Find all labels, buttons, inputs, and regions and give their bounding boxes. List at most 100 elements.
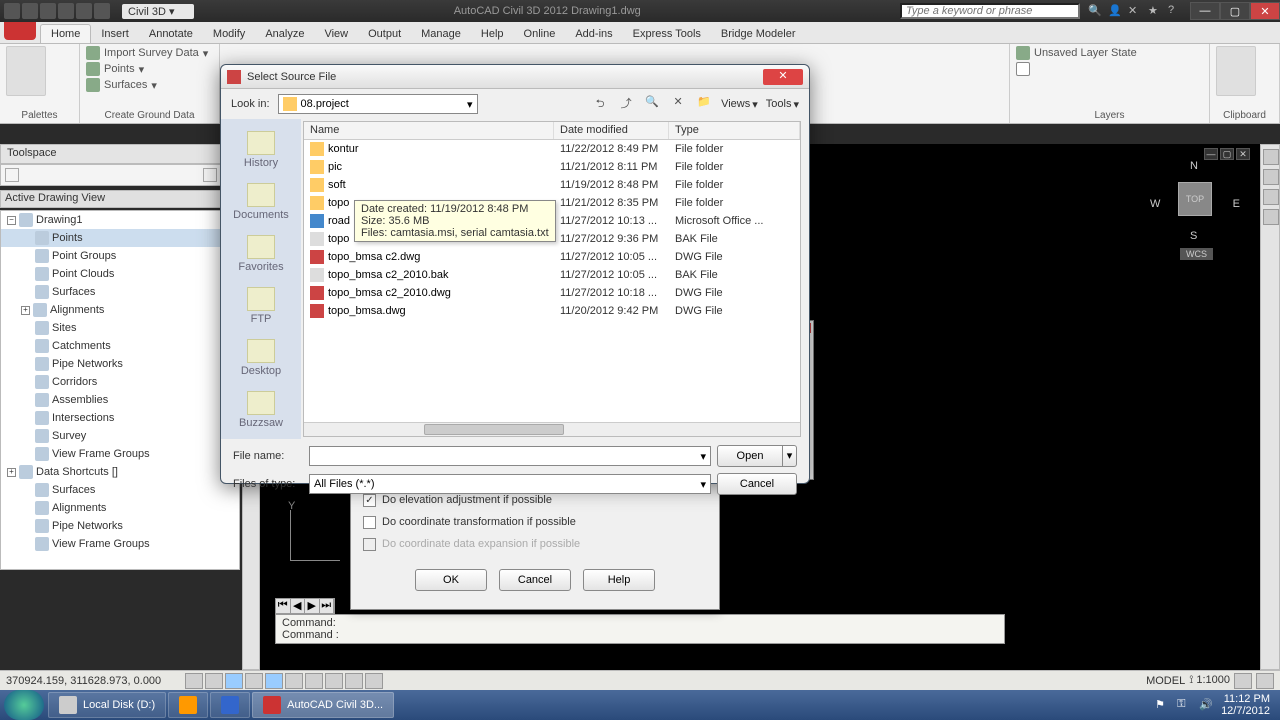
help-button[interactable]: Help bbox=[583, 569, 655, 591]
qat-print-icon[interactable] bbox=[94, 3, 110, 19]
qat-save-icon[interactable] bbox=[40, 3, 56, 19]
maximize-button[interactable]: ▢ bbox=[1220, 2, 1250, 20]
search-web-icon[interactable]: 🔍 bbox=[643, 95, 661, 113]
task-word[interactable] bbox=[210, 692, 250, 718]
filter-icon[interactable] bbox=[5, 168, 19, 182]
tree-view-frame-groups[interactable]: View Frame Groups bbox=[1, 535, 239, 553]
otrack-toggle[interactable] bbox=[285, 673, 303, 689]
up-icon[interactable]: ⤴ bbox=[617, 95, 635, 113]
filetype-combo[interactable]: All Files (*.*)▾ bbox=[309, 474, 711, 494]
clock[interactable]: 11:12 PM 12/7/2012 bbox=[1221, 693, 1270, 717]
paste-button[interactable] bbox=[1216, 46, 1256, 96]
ground-import-survey-data[interactable]: Import Survey Data ▾ bbox=[86, 46, 208, 60]
open-button[interactable]: Open bbox=[717, 445, 783, 467]
close-button[interactable]: ✕ bbox=[1250, 2, 1280, 20]
cmd-first-icon[interactable]: ⏮ bbox=[276, 599, 291, 613]
place-buzzsaw[interactable]: Buzzsaw bbox=[226, 385, 296, 435]
ground-points[interactable]: Points ▾ bbox=[86, 62, 208, 76]
place-documents[interactable]: Documents bbox=[226, 177, 296, 227]
lookin-combo[interactable]: 08.project ▾ bbox=[278, 94, 478, 114]
tree-data-shortcuts-[interactable]: +Data Shortcuts [] bbox=[1, 463, 239, 481]
task-explorer[interactable]: Local Disk (D:) bbox=[48, 692, 166, 718]
tab-help[interactable]: Help bbox=[471, 25, 514, 43]
coord-transform-checkbox[interactable] bbox=[363, 516, 376, 529]
favorite-icon[interactable]: ★ bbox=[1148, 4, 1162, 18]
tree-catchments[interactable]: Catchments bbox=[1, 337, 239, 355]
place-desktop[interactable]: Desktop bbox=[226, 333, 296, 383]
tab-output[interactable]: Output bbox=[358, 25, 411, 43]
minimize-button[interactable]: — bbox=[1190, 2, 1220, 20]
tray-flag-icon[interactable]: ⚑ bbox=[1155, 698, 1169, 712]
status-misc-1[interactable] bbox=[1234, 673, 1252, 689]
ducs-toggle[interactable] bbox=[305, 673, 323, 689]
tree-intersections[interactable]: Intersections bbox=[1, 409, 239, 427]
ortho-toggle[interactable] bbox=[225, 673, 243, 689]
back-icon[interactable]: ⮌ bbox=[591, 95, 609, 113]
tree-surfaces[interactable]: Surfaces bbox=[1, 481, 239, 499]
scale-display[interactable]: ⟟ 1:1000 bbox=[1189, 674, 1230, 687]
tray-volume-icon[interactable]: 🔊 bbox=[1199, 698, 1213, 712]
tab-modify[interactable]: Modify bbox=[203, 25, 255, 43]
tab-insert[interactable]: Insert bbox=[91, 25, 139, 43]
place-favorites[interactable]: Favorites bbox=[226, 229, 296, 279]
tree-point-groups[interactable]: Point Groups bbox=[1, 247, 239, 265]
tray-network-icon[interactable]: ⚿ bbox=[1177, 698, 1191, 712]
tab-analyze[interactable]: Analyze bbox=[255, 25, 314, 43]
col-type-header[interactable]: Type bbox=[669, 122, 800, 139]
snap-toggle[interactable] bbox=[185, 673, 203, 689]
dyn-toggle[interactable] bbox=[325, 673, 343, 689]
command-line[interactable]: Command: Command : bbox=[275, 614, 1005, 644]
tree-view-frame-groups[interactable]: View Frame Groups bbox=[1, 445, 239, 463]
zoom-icon[interactable] bbox=[1263, 189, 1279, 205]
dialog-titlebar[interactable]: Select Source File ✕ bbox=[221, 65, 809, 89]
layer-state[interactable]: Unsaved Layer State bbox=[1016, 46, 1137, 60]
workspace-selector[interactable]: Civil 3D ▾ bbox=[122, 4, 194, 19]
qat-new-icon[interactable] bbox=[4, 3, 20, 19]
tab-view[interactable]: View bbox=[314, 25, 358, 43]
toolspace-btn1[interactable] bbox=[203, 168, 217, 182]
tree-drawing1[interactable]: −Drawing1 bbox=[1, 211, 239, 229]
lwt-toggle[interactable] bbox=[345, 673, 363, 689]
col-date-header[interactable]: Date modified bbox=[554, 122, 669, 139]
views-menu[interactable]: Views ▾ bbox=[721, 98, 758, 111]
task-app1[interactable] bbox=[168, 692, 208, 718]
start-button[interactable] bbox=[4, 690, 44, 720]
exchange-icon[interactable]: ✕ bbox=[1128, 4, 1142, 18]
file-row[interactable]: pic11/21/2012 8:11 PMFile folder bbox=[304, 158, 800, 176]
tree-survey[interactable]: Survey bbox=[1, 427, 239, 445]
file-row[interactable]: topo_bmsa c2_2010.bak11/27/2012 10:05 ..… bbox=[304, 266, 800, 284]
grid-toggle[interactable] bbox=[205, 673, 223, 689]
task-autocad[interactable]: AutoCAD Civil 3D... bbox=[252, 692, 394, 718]
help-icon[interactable]: ? bbox=[1168, 4, 1182, 18]
tab-online[interactable]: Online bbox=[514, 25, 566, 43]
tree-surfaces[interactable]: Surfaces bbox=[1, 283, 239, 301]
pan-icon[interactable] bbox=[1263, 169, 1279, 185]
doc-restore-button[interactable]: ▢ bbox=[1220, 148, 1234, 160]
file-row[interactable]: topo_bmsa c2.dwg11/27/2012 10:05 ...DWG … bbox=[304, 248, 800, 266]
nav-wheel-icon[interactable] bbox=[1263, 149, 1279, 165]
tree-points[interactable]: Points bbox=[1, 229, 239, 247]
open-dropdown[interactable]: ▾ bbox=[783, 445, 797, 467]
tree-assemblies[interactable]: Assemblies bbox=[1, 391, 239, 409]
file-row[interactable]: topo_bmsa.dwg11/20/2012 9:42 PMDWG File bbox=[304, 302, 800, 320]
cmd-next-icon[interactable]: ▶ bbox=[305, 599, 320, 613]
tree-point-clouds[interactable]: Point Clouds bbox=[1, 265, 239, 283]
tree-pipe-networks[interactable]: Pipe Networks bbox=[1, 355, 239, 373]
polar-toggle[interactable] bbox=[245, 673, 263, 689]
qat-redo-icon[interactable] bbox=[76, 3, 92, 19]
file-row[interactable]: soft11/19/2012 8:48 PMFile folder bbox=[304, 176, 800, 194]
tab-express-tools[interactable]: Express Tools bbox=[623, 25, 711, 43]
tab-bridge-modeler[interactable]: Bridge Modeler bbox=[711, 25, 806, 43]
tab-add-ins[interactable]: Add-ins bbox=[565, 25, 622, 43]
tab-manage[interactable]: Manage bbox=[411, 25, 471, 43]
app-menu-button[interactable] bbox=[4, 22, 36, 40]
place-history[interactable]: History bbox=[226, 125, 296, 175]
qat-undo-icon[interactable] bbox=[58, 3, 74, 19]
tree-sites[interactable]: Sites bbox=[1, 319, 239, 337]
tree-pipe-networks[interactable]: Pipe Networks bbox=[1, 517, 239, 535]
tree-alignments[interactable]: Alignments bbox=[1, 499, 239, 517]
ground-surfaces[interactable]: Surfaces ▾ bbox=[86, 78, 208, 92]
osnap-toggle[interactable] bbox=[265, 673, 283, 689]
dialog-close-button[interactable]: ✕ bbox=[763, 69, 803, 85]
signin-icon[interactable]: 👤 bbox=[1108, 4, 1122, 18]
